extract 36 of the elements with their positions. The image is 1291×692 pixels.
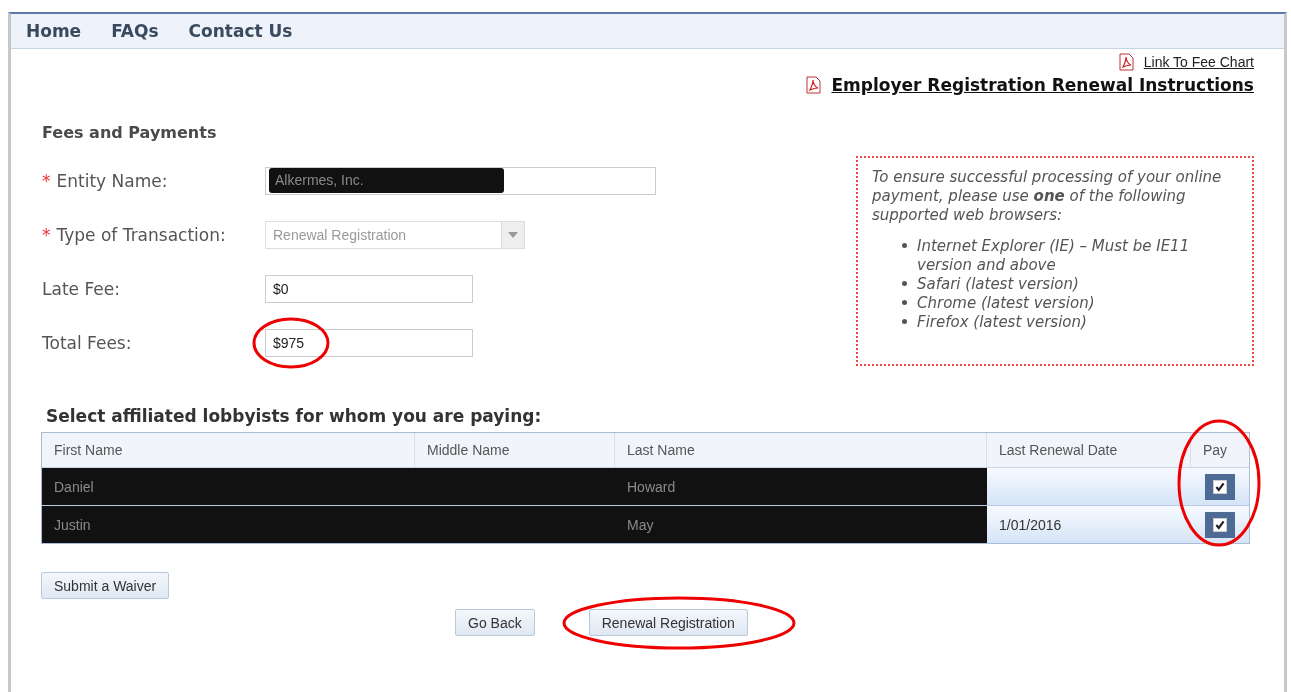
browser-item: Chrome (latest version)	[917, 294, 1095, 313]
table-cell: May	[615, 506, 987, 543]
nav-link[interactable]: Home	[26, 21, 82, 41]
table-cell: Daniel	[42, 468, 415, 505]
document-link[interactable]: Employer Registration Renewal Instructions	[831, 75, 1254, 95]
table-cell: Howard	[615, 468, 987, 505]
column-header: Pay	[1202, 441, 1229, 460]
waiver-button[interactable]: Submit a Waiver	[41, 572, 170, 599]
notice-text: To ensure successful processing of your online payment, please use one of the following supported web browsers:	[872, 168, 1223, 225]
field-label: Type of Transaction:	[56, 224, 226, 245]
nav-link[interactable]: Contact Us	[188, 21, 293, 41]
table-title: Select affiliated lobbyists for whom you are paying:	[46, 406, 543, 426]
table-cell: Justin	[42, 506, 415, 543]
document-link[interactable]: Link To Fee Chart	[1143, 54, 1254, 70]
browser-item: Firefox (latest version)	[917, 313, 1087, 332]
browser-item: Internet Explorer (IE) – Must be IE11 version and above	[917, 237, 1191, 275]
field-label: Entity Name:	[56, 170, 168, 191]
column-header: First Name	[42, 433, 415, 467]
required-mark: *	[42, 224, 51, 245]
field-label: Total Fees:	[42, 332, 132, 353]
column-header: Middle Name	[415, 433, 615, 467]
nav-link[interactable]: FAQs	[111, 21, 159, 41]
column-header: Last Name	[615, 433, 987, 467]
form-button[interactable]: Go Back	[455, 609, 535, 636]
table-row[interactable]: Daniel Howard	[42, 468, 1249, 506]
table-row[interactable]: Justin May 1/01/2016	[42, 506, 1249, 543]
browser-item: Safari (latest version)	[917, 275, 1079, 294]
input-field[interactable]: $0	[265, 274, 473, 303]
section-title: Fees and Payments	[42, 123, 218, 142]
required-mark: *	[42, 170, 51, 191]
form-button[interactable]: Renewal Registration	[588, 609, 748, 636]
column-header: Last Renewal Date	[987, 433, 1191, 467]
input-field[interactable]: Alkermes, Inc.	[265, 166, 656, 195]
field-label: Late Fee:	[42, 278, 120, 299]
input-field[interactable]: $975	[265, 328, 473, 357]
table-cell-text: 1/01/2016	[998, 515, 1063, 535]
